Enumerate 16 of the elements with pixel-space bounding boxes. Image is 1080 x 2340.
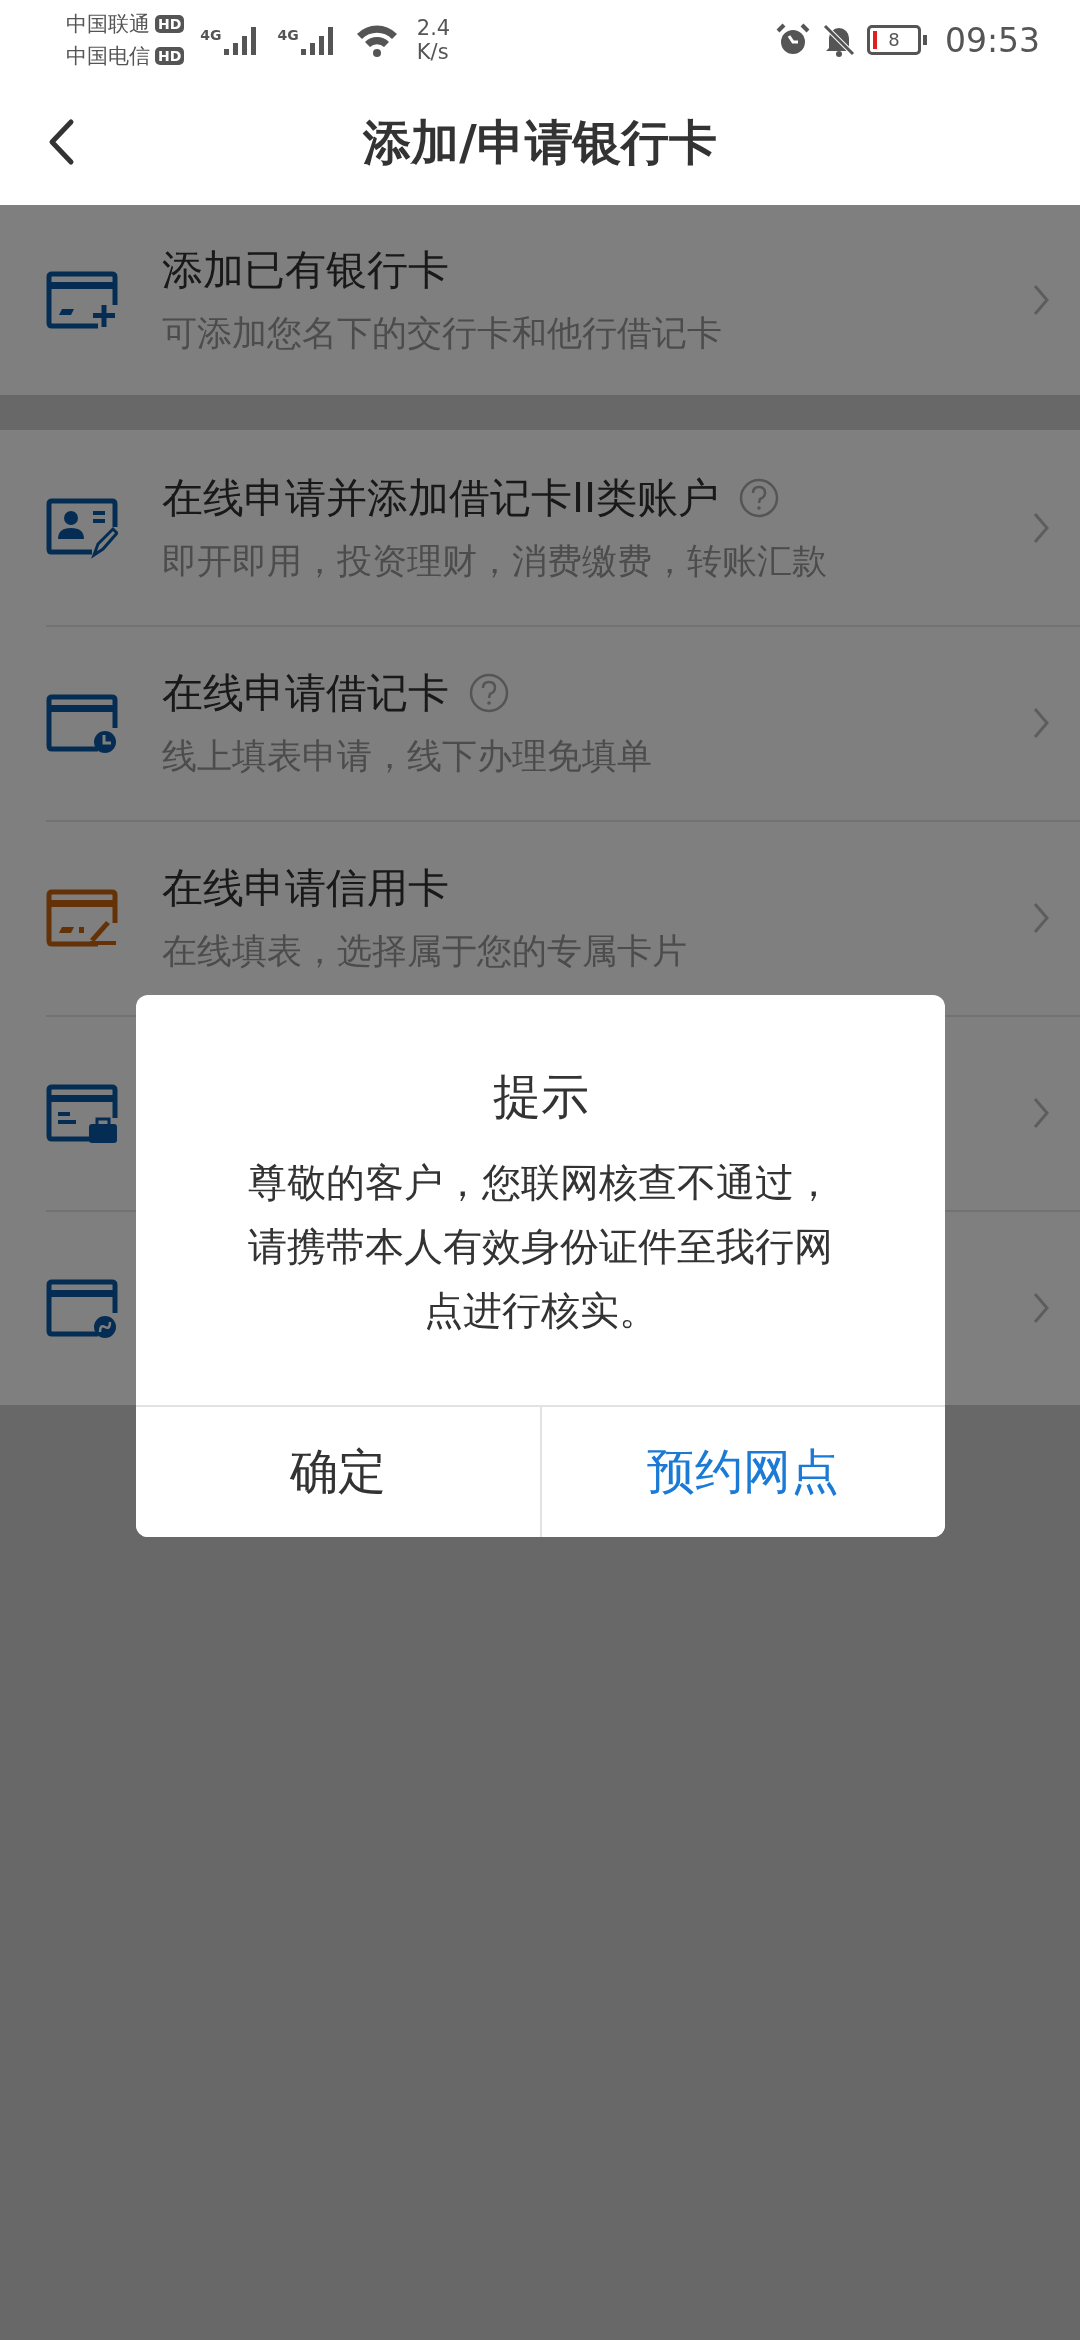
carrier-name: 中国联通 — [66, 11, 150, 38]
hd-badge: HD — [155, 15, 185, 33]
speed-unit: K/s — [416, 40, 450, 64]
item-title: 在线申请并添加借记卡II类账户 — [162, 472, 720, 524]
network-label: 4G — [200, 27, 222, 43]
network-label: 4G — [277, 27, 299, 43]
hd-badge: HD — [155, 47, 185, 65]
dialog-message: 尊敬的客户，您联网核查不通过，请携带本人有效身份证件至我行网点进行核实。 — [247, 1159, 834, 1335]
page-title: 添加/申请银行卡 — [363, 112, 717, 172]
item-title: 在线申请借记卡 — [162, 667, 449, 719]
item-title: 在线申请信用卡 — [162, 862, 449, 914]
item-title: 添加已有银行卡 — [162, 245, 449, 296]
clock-time: 09:53 — [944, 20, 1040, 60]
carrier-name: 中国电信 — [66, 43, 150, 70]
dialog-title: 提示 — [492, 1067, 589, 1126]
network-speed: 2.4 — [416, 16, 451, 40]
